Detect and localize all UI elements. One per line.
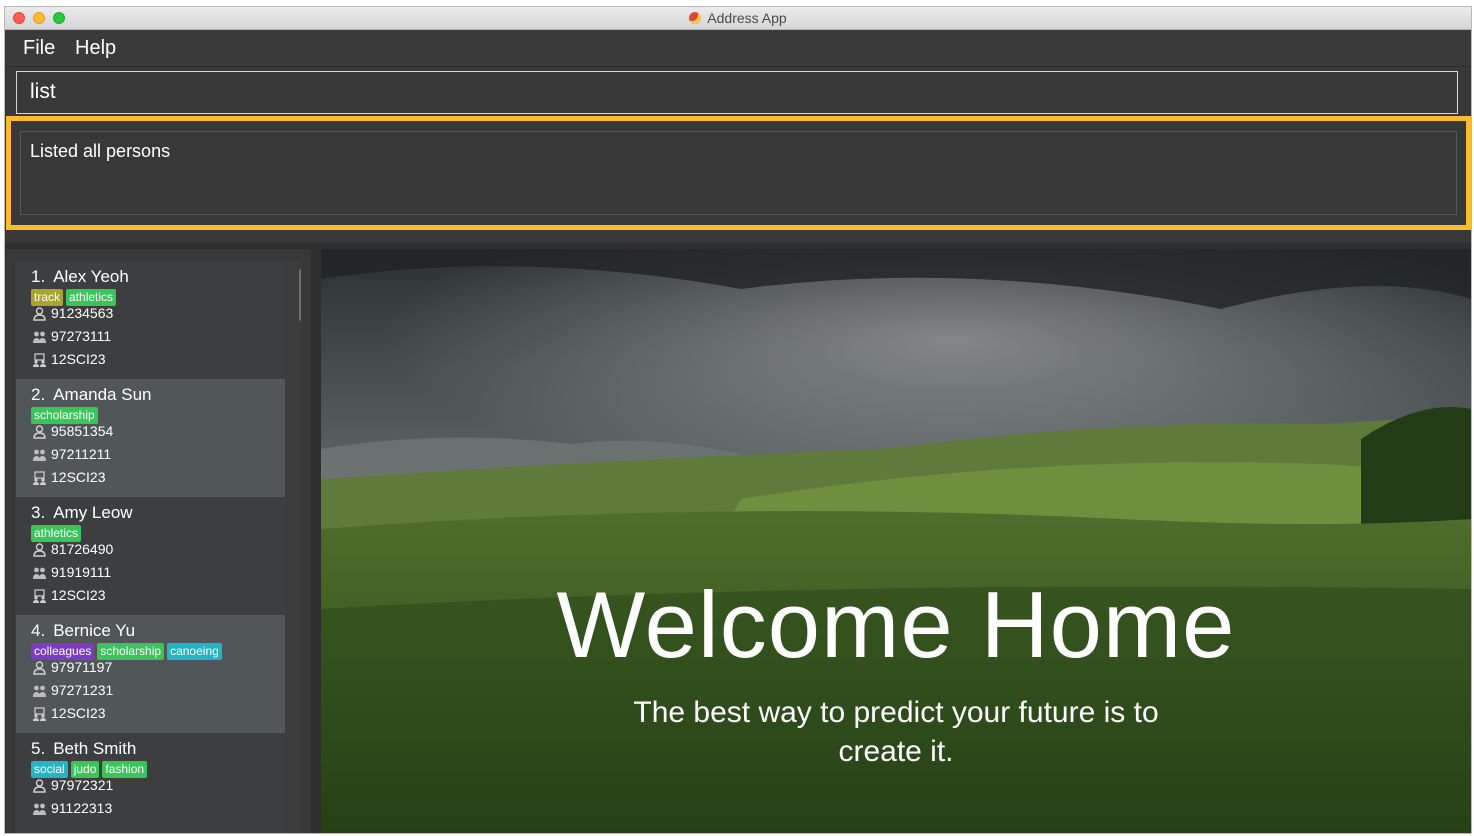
window-title-wrap: Address App: [5, 10, 1471, 26]
tag-badge: canoeing: [167, 643, 222, 660]
tag-badge: fashion: [102, 761, 148, 778]
person-class: 12SCI23: [32, 587, 105, 603]
person-name-text: Alex Yeoh: [53, 267, 129, 286]
person-parent-phone-value: 91122313: [51, 800, 113, 816]
person-phone-value: 97971197: [51, 659, 113, 675]
class-icon: [32, 469, 51, 485]
person-parent-phone-value: 97211211: [51, 446, 112, 462]
person-class: 12SCI23: [32, 351, 105, 367]
person-name: 5. Beth Smith: [31, 739, 136, 759]
person-phone: 91234563: [32, 305, 113, 321]
result-display: Listed all persons: [20, 131, 1457, 215]
tag-badge: athletics: [66, 289, 117, 306]
welcome-subtitle: The best way to predict your future is t…: [633, 696, 1159, 768]
person-class-value: 12SCI23: [51, 469, 106, 485]
command-input[interactable]: [30, 80, 1430, 104]
person-name: 2. Amanda Sun: [31, 385, 151, 405]
person-index: 2.: [31, 385, 46, 404]
person-icon: [32, 305, 51, 321]
split-divider[interactable]: [311, 249, 321, 833]
person-index: 1.: [31, 267, 46, 286]
tag-badge: judo: [70, 761, 100, 778]
menu-help[interactable]: Help: [75, 37, 116, 60]
menu-bar: File Help: [5, 30, 1471, 67]
person-phone: 97971197: [32, 659, 112, 675]
person-name: 1. Alex Yeoh: [31, 267, 129, 287]
parents-icon: [32, 328, 51, 344]
person-card[interactable]: 3. Amy Leow athletics 81726490 91919111 12SCI…: [16, 497, 285, 615]
person-icon: [32, 659, 51, 675]
person-name-text: Amy Leow: [53, 503, 133, 522]
person-card[interactable]: 5. Beth Smith social judo fashion 97972321 911…: [16, 733, 285, 833]
person-parent-phone-value: 97271231: [51, 682, 114, 698]
person-name: 4. Bernice Yu: [31, 621, 135, 641]
tag-badge: athletics: [31, 525, 82, 542]
person-phone: 95851354: [32, 423, 113, 439]
person-class-value: 12SCI23: [51, 351, 106, 367]
person-name-text: Bernice Yu: [53, 621, 136, 640]
person-parent-phone: 91122313: [32, 800, 112, 816]
person-phone: 97972321: [32, 777, 113, 793]
command-box: [16, 71, 1458, 114]
person-tags: social judo fashion: [31, 760, 150, 778]
person-class-value: 12SCI23: [51, 705, 106, 721]
title-bar: Address App: [5, 7, 1471, 30]
tag-badge: track: [31, 289, 64, 306]
person-parent-phone: 97273111: [32, 328, 111, 344]
app-logo-icon: [689, 12, 702, 24]
person-card[interactable]: 4. Bernice Yu colleagues scholarship canoein…: [16, 615, 285, 733]
person-phone: 81726490: [32, 541, 113, 557]
scrollbar-thumb[interactable]: [299, 268, 301, 322]
parents-icon: [32, 682, 51, 698]
person-tags: colleagues scholarship canoeing: [31, 642, 225, 660]
person-card[interactable]: 1. Alex Yeoh track athletics 91234563 9727311…: [16, 261, 285, 379]
person-index: 3.: [31, 503, 46, 522]
person-list-panel[interactable]: 1. Alex Yeoh track athletics 91234563 9727311…: [15, 261, 301, 833]
person-name-text: Amanda Sun: [53, 385, 152, 404]
person-class: 12SCI23: [32, 705, 105, 721]
app-window: Address App File Help Listed all persons…: [4, 6, 1472, 834]
tag-badge: scholarship: [31, 407, 98, 424]
person-parent-phone: 97211211: [32, 446, 111, 462]
person-list-scrollbar[interactable]: [296, 261, 301, 833]
class-icon: [32, 351, 51, 367]
person-name-text: Beth Smith: [53, 739, 137, 758]
person-phone-value: 95851354: [51, 423, 114, 439]
class-icon: [32, 587, 51, 603]
result-text: Listed all persons: [30, 141, 171, 161]
person-index: 5.: [31, 739, 46, 758]
tag-badge: scholarship: [97, 643, 165, 660]
parents-icon: [32, 446, 51, 462]
person-parent-phone-value: 91919111: [51, 564, 112, 580]
window-title: Address App: [707, 10, 787, 26]
person-index: 4.: [31, 621, 46, 640]
person-icon: [32, 777, 51, 793]
person-tags: scholarship: [31, 406, 101, 424]
person-parent-phone: 91919111: [32, 564, 111, 580]
person-tags: track athletics: [31, 288, 119, 306]
person-name: 3. Amy Leow: [31, 503, 133, 523]
person-phone-value: 97972321: [51, 777, 114, 793]
person-class-value: 12SCI23: [51, 587, 106, 603]
person-class: 12SCI23: [32, 469, 105, 485]
person-parent-phone: 97271231: [32, 682, 113, 698]
person-parent-phone-value: 97273111: [51, 328, 112, 344]
welcome-panel: Welcome Home The best way to predict you…: [321, 249, 1471, 833]
person-phone-value: 91234563: [51, 305, 114, 321]
tag-badge: social: [31, 761, 68, 778]
class-icon: [32, 705, 51, 721]
welcome-title: Welcome Home: [556, 572, 1236, 677]
parents-icon: [32, 800, 51, 816]
tag-badge: colleagues: [31, 643, 95, 660]
person-tags: athletics: [31, 524, 84, 542]
person-icon: [32, 423, 51, 439]
person-card[interactable]: 2. Amanda Sun scholarship 95851354 97211211 1…: [16, 379, 285, 497]
menu-file[interactable]: File: [23, 37, 55, 60]
person-phone-value: 81726490: [51, 541, 114, 557]
parents-icon: [32, 564, 51, 580]
person-icon: [32, 541, 51, 557]
